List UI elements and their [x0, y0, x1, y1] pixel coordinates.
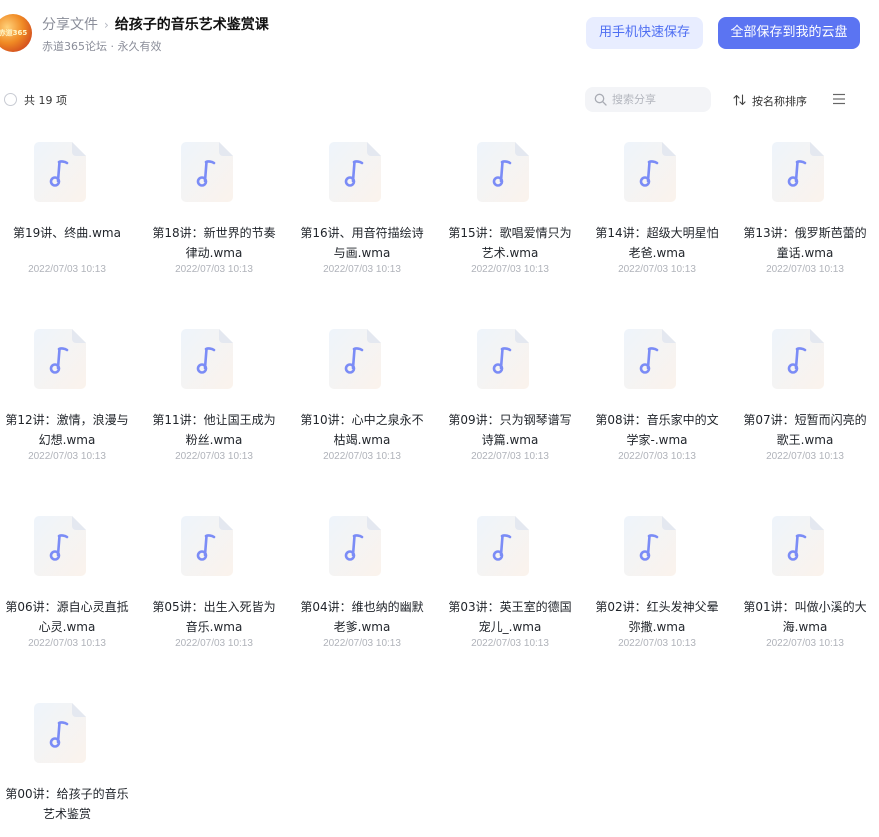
- audio-file-icon: [624, 516, 676, 576]
- file-date: 2022/07/03 10:13: [766, 638, 844, 649]
- file-tile[interactable]: 第18讲：新世界的节奏律动.wma 2022/07/03 10:13: [140, 126, 288, 276]
- save-via-phone-button[interactable]: 用手机快速保存: [586, 17, 703, 49]
- file-name: 第06讲：源自心灵直抵心灵.wma: [5, 600, 129, 634]
- file-date: 2022/07/03 10:13: [471, 638, 549, 649]
- file-date: 2022/07/03 10:13: [28, 638, 106, 649]
- list-toolbar: 共 19 项 按名称排序: [0, 86, 879, 114]
- audio-file-icon: [772, 329, 824, 389]
- file-date: 2022/07/03 10:13: [323, 451, 401, 462]
- audio-file-icon: [329, 142, 381, 202]
- file-name: 第00讲：给孩子的音乐艺术鉴赏: [5, 787, 129, 821]
- audio-file-icon: [181, 516, 233, 576]
- sort-label: 按名称排序: [752, 95, 807, 108]
- audio-file-icon: [477, 516, 529, 576]
- audio-file-icon: [624, 142, 676, 202]
- file-name: 第08讲：音乐家中的文学家-.wma: [595, 413, 719, 447]
- page-title: 给孩子的音乐艺术鉴赏课: [114, 17, 269, 33]
- audio-file-icon: [477, 329, 529, 389]
- search-input[interactable]: [612, 87, 704, 112]
- file-date: 2022/07/03 10:13: [766, 264, 844, 275]
- file-tile[interactable]: 第11讲：他让国王成为粉丝.wma 2022/07/03 10:13: [140, 313, 288, 463]
- select-all-checkbox[interactable]: [4, 93, 17, 106]
- file-tile[interactable]: 第12讲：激情，浪漫与幻想.wma 2022/07/03 10:13: [0, 313, 141, 463]
- file-tile[interactable]: 第16讲、用音符描绘诗与画.wma 2022/07/03 10:13: [288, 126, 436, 276]
- breadcrumb-separator: ›: [104, 18, 109, 32]
- file-tile[interactable]: 第07讲：短暂而闪亮的歌王.wma 2022/07/03 10:13: [731, 313, 879, 463]
- file-name: 第11讲：他让国王成为粉丝.wma: [152, 413, 276, 447]
- file-name: 第18讲：新世界的节奏律动.wma: [152, 226, 276, 260]
- audio-file-icon: [329, 516, 381, 576]
- file-name: 第02讲：红头发神父晕弥撒.wma: [595, 600, 719, 634]
- file-date: 2022/07/03 10:13: [618, 451, 696, 462]
- file-name: 第10讲：心中之泉永不枯竭.wma: [300, 413, 424, 447]
- share-header: 赤道365 分享文件 › 给孩子的音乐艺术鉴赏课 赤道365论坛 · 永久有效 用手…: [0, 0, 879, 70]
- file-date: 2022/07/03 10:13: [323, 264, 401, 275]
- file-name: 第04讲：维也纳的幽默老爹.wma: [300, 600, 424, 634]
- file-name: 第05讲：出生入死皆为音乐.wma: [152, 600, 276, 634]
- file-tile[interactable]: 第09讲：只为钢琴谱写诗篇.wma 2022/07/03 10:13: [436, 313, 584, 463]
- search-box[interactable]: [585, 87, 711, 112]
- file-date: 2022/07/03 10:13: [175, 638, 253, 649]
- avatar: 赤道365: [0, 14, 32, 52]
- file-name: 第03讲：英王室的德国宠儿_.wma: [448, 600, 572, 634]
- file-tile[interactable]: 第10讲：心中之泉永不枯竭.wma 2022/07/03 10:13: [288, 313, 436, 463]
- audio-file-icon: [477, 142, 529, 202]
- file-name: 第12讲：激情，浪漫与幻想.wma: [5, 413, 129, 447]
- file-name: 第07讲：短暂而闪亮的歌王.wma: [743, 413, 867, 447]
- file-date: 2022/07/03 10:13: [471, 264, 549, 275]
- file-date: 2022/07/03 10:13: [175, 451, 253, 462]
- breadcrumb-root-link[interactable]: 分享文件: [42, 17, 98, 33]
- share-subtitle: 赤道365论坛 · 永久有效: [42, 40, 162, 53]
- file-date: 2022/07/03 10:13: [323, 638, 401, 649]
- file-name: 第15讲：歌唱爱情只为艺术.wma: [448, 226, 572, 260]
- file-date: 2022/07/03 10:13: [28, 264, 106, 275]
- save-all-to-cloud-button[interactable]: 全部保存到我的云盘: [718, 17, 860, 49]
- file-tile[interactable]: 第00讲：给孩子的音乐艺术鉴赏: [0, 687, 141, 837]
- file-name: 第09讲：只为钢琴谱写诗篇.wma: [448, 413, 572, 447]
- audio-file-icon: [181, 142, 233, 202]
- list-view-menu-icon[interactable]: [832, 93, 846, 105]
- file-date: 2022/07/03 10:13: [766, 451, 844, 462]
- audio-file-icon: [34, 703, 86, 763]
- file-tile[interactable]: 第19讲、终曲.wma 2022/07/03 10:13: [0, 126, 141, 276]
- file-tile[interactable]: 第13讲：俄罗斯芭蕾的童话.wma 2022/07/03 10:13: [731, 126, 879, 276]
- audio-file-icon: [181, 329, 233, 389]
- audio-file-icon: [34, 516, 86, 576]
- audio-file-icon: [772, 516, 824, 576]
- file-tile[interactable]: 第08讲：音乐家中的文学家-.wma 2022/07/03 10:13: [583, 313, 731, 463]
- file-tile[interactable]: 第05讲：出生入死皆为音乐.wma 2022/07/03 10:13: [140, 500, 288, 650]
- file-date: 2022/07/03 10:13: [618, 264, 696, 275]
- audio-file-icon: [329, 329, 381, 389]
- file-tile[interactable]: 第01讲：叫做小溪的大海.wma 2022/07/03 10:13: [731, 500, 879, 650]
- file-tile[interactable]: 第06讲：源自心灵直抵心灵.wma 2022/07/03 10:13: [0, 500, 141, 650]
- file-date: 2022/07/03 10:13: [28, 451, 106, 462]
- avatar-logo-text: 赤道365: [0, 29, 28, 37]
- file-tile[interactable]: 第15讲：歌唱爱情只为艺术.wma 2022/07/03 10:13: [436, 126, 584, 276]
- file-date: 2022/07/03 10:13: [618, 638, 696, 649]
- audio-file-icon: [34, 142, 86, 202]
- file-date: 2022/07/03 10:13: [175, 264, 253, 275]
- file-name: 第19讲、终曲.wma: [13, 226, 121, 240]
- file-tile[interactable]: 第04讲：维也纳的幽默老爹.wma 2022/07/03 10:13: [288, 500, 436, 650]
- file-tile[interactable]: 第03讲：英王室的德国宠儿_.wma 2022/07/03 10:13: [436, 500, 584, 650]
- audio-file-icon: [624, 329, 676, 389]
- search-icon: [594, 93, 607, 106]
- breadcrumb: 分享文件 › 给孩子的音乐艺术鉴赏课: [42, 16, 269, 34]
- file-tile[interactable]: 第14讲：超级大明星怕老爸.wma 2022/07/03 10:13: [583, 126, 731, 276]
- sort-arrows-icon: [733, 94, 746, 106]
- file-name: 第01讲：叫做小溪的大海.wma: [743, 600, 867, 634]
- file-date: 2022/07/03 10:13: [471, 451, 549, 462]
- file-name: 第16讲、用音符描绘诗与画.wma: [300, 226, 424, 260]
- audio-file-icon: [772, 142, 824, 202]
- audio-file-icon: [34, 329, 86, 389]
- file-name: 第14讲：超级大明星怕老爸.wma: [595, 226, 719, 260]
- item-count: 共 19 项: [24, 94, 67, 107]
- file-name: 第13讲：俄罗斯芭蕾的童话.wma: [743, 226, 867, 260]
- file-tile[interactable]: 第02讲：红头发神父晕弥撒.wma 2022/07/03 10:13: [583, 500, 731, 650]
